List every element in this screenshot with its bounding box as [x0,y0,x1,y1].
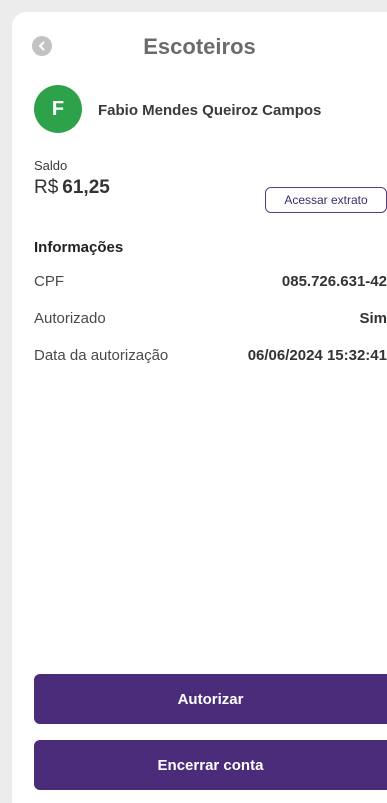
info-label: Data da autorização [34,347,169,364]
balance-currency: R$ [34,177,59,198]
user-name: Fabio Mendes Queiroz Campos [98,102,322,119]
authorize-button[interactable]: Autorizar [34,674,387,724]
page-title: Escoteiros [143,34,256,59]
statement-button[interactable]: Acessar extrato [265,187,387,213]
info-label: CPF [34,273,64,290]
info-section-title: Informações [34,239,124,256]
balance-label: Saldo [34,158,68,173]
account-card: Escoteiros F Fabio Mendes Queiroz Campos… [12,12,387,803]
close-account-button[interactable]: Encerrar conta [34,740,387,790]
info-label: Autorizado [34,310,106,327]
info-value: 085.726.631-42 [281,273,387,290]
balance-value: R$ 61,25 [34,177,110,199]
info-row-authorization-date: Data da autorização 06/06/2024 15:32:41 [34,347,387,364]
info-value: 06/06/2024 15:32:41 [247,347,387,364]
avatar: F [34,85,82,133]
info-row-authorized: Autorizado Sim [34,310,387,327]
info-row-cpf: CPF 085.726.631-42 [34,273,387,290]
balance-amount: 61,25 [62,177,110,198]
info-value: Sim [359,310,387,327]
